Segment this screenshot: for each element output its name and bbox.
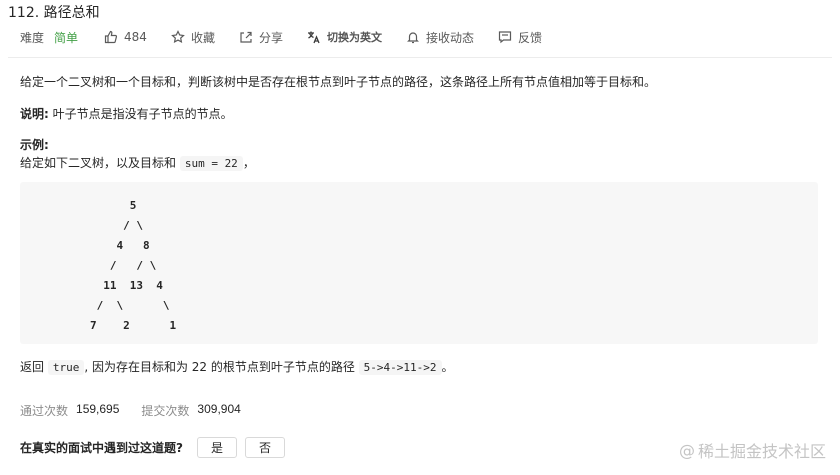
problem-meta-bar: 难度 简单 484 收藏 分享 切换为英文 接收动态 反馈 (20, 28, 566, 46)
share-icon (239, 30, 253, 44)
accepted-value: 159,695 (76, 402, 120, 416)
interview-poll: 在真实的面试中遇到过这道题? 是 否 (20, 436, 293, 458)
submitted-label: 提交次数 (141, 404, 190, 418)
bell-icon (406, 30, 420, 44)
favorite-label: 收藏 (190, 30, 215, 45)
watermark: @ 稀土掘金技术社区 (679, 438, 826, 462)
yes-button[interactable]: 是 (196, 436, 237, 458)
submitted-value: 309,904 (197, 402, 241, 416)
submission-stats: 通过次数 159,695 提交次数 309,904 (20, 402, 263, 419)
translate-label: 切换为英文 (326, 32, 382, 44)
example-code: sum = 22 (179, 156, 243, 171)
example-text: 给定如下二叉树，以及目标和 (20, 156, 180, 170)
like-count: 484 (124, 30, 147, 44)
difficulty-value: 简单 (54, 30, 79, 45)
translate-icon (307, 30, 321, 44)
result-text-mid: , 因为存在目标和为 22 的根节点到叶子节点的路径 (84, 360, 359, 374)
problem-description: 给定一个二叉树和一个目标和，判断该树中是否存在根节点到叶子节点的路径，这条路径上… (20, 75, 657, 89)
example-text-end: ， (242, 156, 255, 170)
example-intro: 给定如下二叉树，以及目标和 sum = 22， (20, 154, 255, 173)
favorite-button[interactable]: 收藏 (171, 29, 215, 46)
at-icon: @ (678, 440, 695, 460)
note-label: 说明: (20, 107, 49, 121)
problem-title: 112. 路径总和 (8, 5, 100, 21)
note-text: 叶子节点是指没有子节点的节点。 (48, 107, 233, 121)
share-button[interactable]: 分享 (239, 29, 283, 46)
no-button[interactable]: 否 (244, 436, 285, 458)
note-paragraph: 说明: 叶子节点是指没有子节点的节点。 (20, 105, 233, 123)
divider (8, 57, 832, 58)
result-text-end: 。 (441, 360, 454, 374)
star-icon (171, 30, 185, 44)
notify-label: 接收动态 (425, 30, 474, 45)
result-code-path: 5->4->11->2 (358, 360, 442, 375)
feedback-icon (498, 30, 512, 44)
difficulty-label: 难度 (20, 30, 45, 45)
interview-question: 在真实的面试中遇到过这道题? (20, 440, 183, 455)
accepted-label: 通过次数 (20, 404, 69, 418)
result-text-start: 返回 (20, 360, 48, 374)
thumbs-up-icon (104, 30, 118, 44)
binary-tree-diagram: 5 / \ 4 8 / / \ 11 13 4 / \ \ 7 2 1 (90, 199, 177, 332)
feedback-button[interactable]: 反馈 (498, 29, 542, 46)
translate-button[interactable]: 切换为英文 (307, 29, 382, 45)
share-label: 分享 (258, 30, 283, 45)
result-code-true: true (47, 360, 85, 375)
result-paragraph: 返回 true, 因为存在目标和为 22 的根节点到叶子节点的路径 5->4->… (20, 358, 454, 377)
example-title: 示例: (20, 138, 49, 152)
watermark-text: 稀土掘金技术社区 (697, 442, 826, 461)
like-button[interactable]: 484 (104, 30, 147, 44)
example-code-block: 5 / \ 4 8 / / \ 11 13 4 / \ \ 7 2 1 (20, 182, 818, 344)
feedback-label: 反馈 (517, 30, 542, 45)
notify-button[interactable]: 接收动态 (406, 29, 474, 46)
